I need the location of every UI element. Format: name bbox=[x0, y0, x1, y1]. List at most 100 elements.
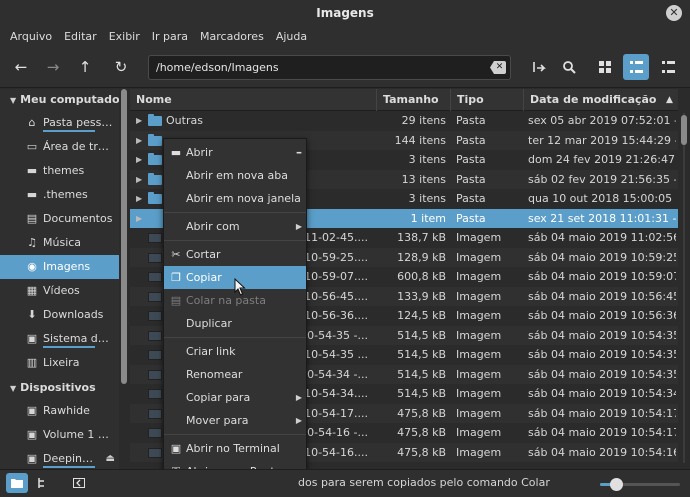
cell-size: 600,8 kB bbox=[397, 270, 446, 283]
image-file-icon bbox=[148, 447, 162, 458]
places-glyph bbox=[11, 479, 23, 488]
eject-icon[interactable]: ⏏ bbox=[106, 447, 115, 469]
sidebar-item-label: Área de trabalho bbox=[43, 140, 113, 153]
music-icon: ♫ bbox=[27, 236, 37, 249]
expand-arrow-icon[interactable]: ▶ bbox=[136, 170, 142, 190]
column-type[interactable]: Tipo bbox=[450, 89, 523, 111]
menu-item[interactable]: Ir para bbox=[146, 30, 194, 43]
context-menu-item[interactable]: ▣ Abrir no Terminal bbox=[164, 437, 306, 460]
sidebar-item[interactable]: ♫ Música bbox=[0, 231, 119, 255]
context-menu-item[interactable]: Abrir em nova aba bbox=[164, 164, 306, 187]
sidebar-item[interactable]: ▥ Lixeira bbox=[0, 351, 119, 375]
clear-location-icon[interactable]: ✕ bbox=[490, 61, 506, 74]
menu-item[interactable]: Editar bbox=[58, 30, 103, 43]
context-menu-item[interactable]: Abrir com ▶ bbox=[164, 215, 306, 238]
sidebar-item-label: Downloads bbox=[43, 308, 104, 321]
cell-type: Pasta bbox=[456, 192, 486, 205]
window-title: Imagens bbox=[316, 6, 374, 20]
sidebar-item-label: Lixeira bbox=[43, 356, 80, 369]
cell-date: sáb 04 maio 2019 11:02:56 -03 bbox=[528, 231, 676, 244]
cell-date: dom 24 fev 2019 21:26:47 -03 bbox=[528, 153, 676, 166]
sidebar-item-label: Imagens bbox=[43, 260, 91, 273]
context-menu-item[interactable]: Duplicar bbox=[164, 312, 306, 335]
sidebar-item[interactable]: ▣ Rawhide bbox=[0, 399, 119, 423]
sidebar-section-header[interactable]: ▼ Meu computador bbox=[0, 89, 119, 111]
file-row[interactable]: ▶ Outras 29 itens Pasta sex 05 abr 2019 07:5… bbox=[130, 111, 678, 131]
cell-size: 13 itens bbox=[401, 172, 446, 186]
sort-ascending-icon: ▲ bbox=[666, 95, 673, 105]
up-arrow-icon[interactable]: ↑ bbox=[72, 54, 98, 80]
cell-size: 133,9 kB bbox=[397, 289, 446, 303]
back-arrow-icon[interactable]: ← bbox=[8, 54, 34, 80]
sidebar-item[interactable]: ⬇ Downloads bbox=[0, 303, 119, 327]
places-icon[interactable] bbox=[6, 473, 28, 493]
sidebar-item[interactable]: ▤ Documentos bbox=[0, 207, 119, 231]
expand-arrow-icon[interactable]: ▶ bbox=[136, 150, 142, 170]
copy-icon: ❐ bbox=[171, 271, 181, 284]
scissors-icon: ✂ bbox=[171, 248, 181, 261]
icon-view-icon[interactable] bbox=[592, 54, 618, 80]
cell-size: 128,9 kB bbox=[397, 250, 446, 264]
sidebar-section-header[interactable]: ▼ Dispositivos bbox=[0, 377, 119, 399]
context-menu-item[interactable]: ✂ Cortar bbox=[164, 243, 306, 266]
context-menu-item[interactable]: ▬ Abrir – bbox=[164, 141, 306, 164]
menu-item[interactable]: Arquivo bbox=[4, 30, 58, 43]
menu-separator bbox=[164, 434, 306, 435]
expand-arrow-icon[interactable]: ▶ bbox=[136, 131, 142, 151]
zoom-slider[interactable] bbox=[600, 478, 680, 491]
zoom-handle[interactable] bbox=[610, 478, 623, 491]
context-menu-label: Abrir no Terminal bbox=[186, 442, 280, 455]
sidebar-item[interactable]: ▣ Deepin 15 ⏏ bbox=[0, 447, 119, 469]
desktop-icon: ▭ bbox=[26, 140, 38, 153]
menu-item[interactable]: Ajuda bbox=[270, 30, 313, 43]
context-menu-item[interactable]: Renomear bbox=[164, 363, 306, 386]
compact-view-icon[interactable] bbox=[655, 54, 681, 80]
sidebar-item[interactable]: ▭ Área de trabalho bbox=[0, 135, 119, 159]
context-menu-item[interactable]: Abrir em nova janela bbox=[164, 187, 306, 210]
toggle-location-icon[interactable] bbox=[526, 54, 552, 80]
hide-sidebar-icon[interactable] bbox=[68, 473, 90, 493]
cell-date: sáb 04 maio 2019 10:54:34 -03 bbox=[528, 387, 676, 400]
cell-date: sáb 04 maio 2019 10:54:16 -03 bbox=[528, 445, 676, 459]
list-view-icon[interactable] bbox=[623, 54, 649, 80]
context-menu-label: Duplicar bbox=[186, 317, 232, 330]
expand-arrow-icon[interactable]: ▶ bbox=[136, 111, 142, 131]
reload-icon[interactable]: ↻ bbox=[108, 54, 134, 80]
context-menu-item[interactable]: Copiar para ▶ bbox=[164, 386, 306, 409]
context-menu-item[interactable]: Criar link bbox=[164, 340, 306, 363]
sidebar-item[interactable]: ▦ Vídeos bbox=[0, 279, 119, 303]
sidebar-item[interactable]: ▣ Volume 1 GB bbox=[0, 423, 119, 447]
context-menu-label: Criar link bbox=[186, 345, 236, 358]
sidebar-item[interactable]: ▬ .themes bbox=[0, 183, 119, 207]
menu-bar: Arquivo Editar Exibir Ir para Marcadores Ajud… bbox=[0, 26, 690, 46]
context-menu-item[interactable]: Mover para ▶ bbox=[164, 409, 306, 432]
expand-arrow-icon[interactable]: ▶ bbox=[136, 209, 142, 229]
cell-date: sáb 04 maio 2019 10:54:35 -03 bbox=[528, 367, 676, 381]
image-file-icon bbox=[148, 252, 162, 263]
menu-separator bbox=[164, 337, 306, 338]
close-icon[interactable]: ✕ bbox=[666, 5, 682, 21]
sidebar-item[interactable]: ◉ Imagens bbox=[0, 255, 119, 279]
column-size[interactable]: Tamanho bbox=[376, 89, 450, 111]
menu-item[interactable]: Marcadores bbox=[194, 30, 270, 43]
column-date[interactable]: Data de modificação ▲ bbox=[523, 89, 678, 111]
menu-separator bbox=[164, 212, 306, 213]
sidebar: ▼ Meu computador ⌂ Pasta pessoal ▭ Área de tr… bbox=[0, 89, 119, 469]
cell-type: Pasta bbox=[456, 114, 486, 127]
cell-size: 514,5 kB bbox=[397, 328, 446, 342]
location-entry[interactable]: /home/edson/Imagens ✕ bbox=[148, 55, 511, 80]
column-name[interactable]: Nome bbox=[130, 89, 376, 111]
menu-item[interactable]: Exibir bbox=[103, 30, 146, 43]
forward-arrow-icon[interactable]: → bbox=[40, 54, 66, 80]
sidebar-item[interactable]: ⌂ Pasta pessoal bbox=[0, 111, 119, 135]
folder-icon: ▬ bbox=[26, 164, 38, 177]
expand-arrow-icon[interactable]: ▶ bbox=[136, 189, 142, 209]
search-icon[interactable] bbox=[556, 54, 582, 80]
context-menu-label: Colar na pasta bbox=[186, 294, 266, 307]
sidebar-item[interactable]: ▣Sistema de arquivos bbox=[0, 327, 119, 351]
sidebar-item[interactable]: ▬ themes bbox=[0, 159, 119, 183]
image-file-icon bbox=[148, 408, 162, 419]
tree-icon[interactable] bbox=[32, 473, 54, 493]
sidebar-scrollbar[interactable] bbox=[121, 89, 127, 384]
list-scrollbar[interactable] bbox=[681, 115, 687, 145]
